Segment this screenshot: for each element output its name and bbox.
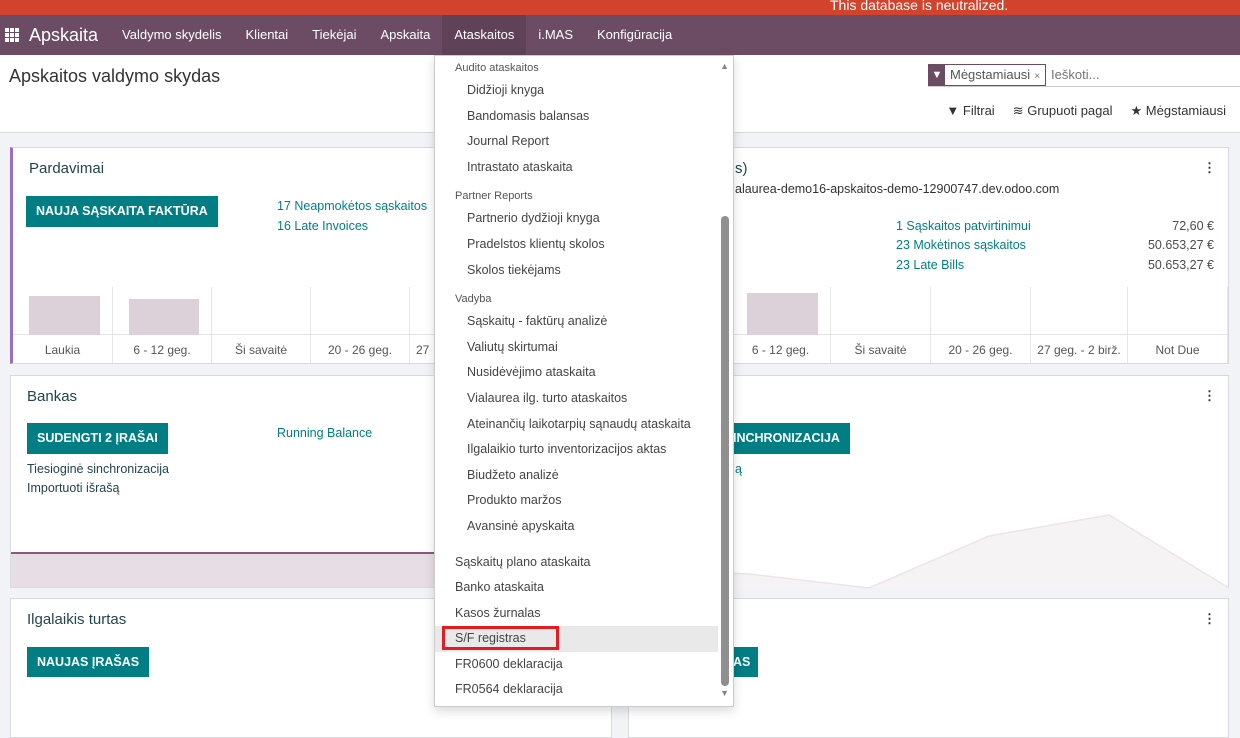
star-icon: ★ [1130, 103, 1143, 118]
bar-col: Ši savaitė [212, 287, 311, 363]
menu-item[interactable]: Skolos tiekėjams [435, 258, 718, 284]
bills-to-validate-link[interactable]: 1 Sąskaitos patvirtinimui [896, 219, 1031, 233]
bar-col: Not Due [1128, 287, 1228, 363]
search-input[interactable] [1051, 67, 1232, 82]
new-entry-button[interactable]: NAUJAS ĮRAŠAS [27, 647, 150, 677]
nav-konfiguracija[interactable]: Konfigūracija [585, 15, 684, 55]
page-title: Apskaitos valdymo skydas [9, 66, 221, 86]
layers-icon: ≋ [1012, 103, 1024, 118]
bar [129, 299, 199, 335]
stat-value: 72,60 € [1172, 219, 1214, 233]
menu-item[interactable]: FR0600 deklaracija [435, 652, 718, 678]
bar-col: 27 geg. - 2 birž. [1031, 287, 1128, 363]
menu-item[interactable]: Avansinė apyskaita [435, 514, 718, 540]
filters-button[interactable]: ▼ Filtrai [946, 103, 994, 119]
filter-icon: ▼ [929, 64, 945, 85]
new-invoice-button[interactable]: NAUJA SĄSKAITA FAKTŪRA [26, 196, 218, 227]
filter-icon: ▼ [946, 103, 960, 118]
bar [747, 293, 818, 335]
late-invoices-link[interactable]: 16 Late Invoices [277, 219, 368, 233]
card-title[interactable]: s) [735, 160, 748, 177]
nav-apskaita[interactable]: Apskaita [368, 15, 442, 55]
bar [29, 296, 100, 335]
bar-col: Laukia [13, 287, 113, 363]
menu-item[interactable]: Biudžeto analizė [435, 463, 718, 489]
menu-item-sf-registras[interactable]: S/F registras [435, 626, 718, 652]
bar-col: Ši savaitė [831, 287, 931, 363]
highlighted-label: S/F registras [442, 626, 559, 651]
menu-section-header: Audito ataskaitos [455, 62, 539, 74]
stat-value: 50.653,27 € [1147, 258, 1214, 272]
menu-item[interactable]: Sąskaitų plano ataskaita [435, 550, 718, 576]
late-bills-link[interactable]: 23 Late Bills [896, 258, 964, 272]
menu-item[interactable]: Journal Report [435, 129, 718, 155]
bar-col: 6 - 12 geg. [113, 287, 212, 363]
bar-col: 20 - 26 geg. [311, 287, 410, 363]
nav-imas[interactable]: i.MAS [526, 15, 585, 55]
kebab-menu-icon[interactable]: ⋮ [1203, 611, 1216, 627]
search-facet: ▼ Mėgstamiausi × [928, 63, 1047, 86]
reports-dropdown-menu: Audito ataskaitos Didžioji knyga Bandoma… [434, 55, 734, 707]
nav-klientai[interactable]: Klientai [234, 15, 301, 55]
menu-scrollbar[interactable] [721, 216, 729, 686]
favorites-button[interactable]: ★ Mėgstamiausi [1131, 103, 1226, 119]
menu-item[interactable]: Didžioji knyga [435, 78, 718, 104]
remove-facet-icon[interactable]: × [1034, 71, 1040, 82]
card-title[interactable]: Ilgalaikis turtas [27, 611, 126, 628]
menu-item[interactable]: Bandomasis balansas [435, 104, 718, 130]
menu-item[interactable]: Banko ataskaita [435, 575, 718, 601]
stat-value: 50.653,27 € [1147, 238, 1214, 252]
top-navbar: Apskaita Valdymo skydelis Klientai Tiekė… [0, 15, 1240, 55]
neutralized-banner: This database is neutralized. [0, 0, 1240, 15]
menu-item[interactable]: Kasos žurnalas [435, 601, 718, 627]
import-statement-link[interactable]: Importuoti išrašą [27, 481, 119, 495]
menu-item[interactable]: FR0564 deklaracija [435, 677, 718, 703]
card-title[interactable]: Bankas [27, 388, 77, 405]
menu-item[interactable]: Ateinančių laikotarpių sąnaudų ataskaita [435, 412, 718, 438]
bar-col: 6 - 12 geg. [731, 287, 831, 363]
menu-item[interactable]: Valiutų skirtumai [435, 335, 718, 361]
scroll-up-arrow-icon[interactable]: ▲ [720, 61, 729, 71]
menu-item[interactable]: Produkto maržos [435, 488, 718, 514]
bar-col: 20 - 26 geg. [931, 287, 1031, 363]
facet-label: Mėgstamiausi [950, 66, 1031, 82]
menu-item[interactable]: Ilgalaikio turto inventorizacijos aktas [435, 437, 718, 463]
menu-item[interactable]: Partnerio dydžioji knyga [435, 206, 718, 232]
apps-grid-icon[interactable] [5, 28, 19, 42]
bills-to-pay-link[interactable]: 23 Mokėtinos sąskaitos [896, 238, 1026, 252]
menu-item[interactable]: Vialaurea ilg. turto ataskaitos [435, 386, 718, 412]
menu-item[interactable]: Pradelstos klientų skolos [435, 232, 718, 258]
reconcile-button[interactable]: SUDENGTI 2 ĮRAŠAI [27, 423, 168, 454]
card-title[interactable]: Pardavimai [29, 160, 104, 177]
menu-item[interactable]: Nusidėvėjimo ataskaita [435, 360, 718, 386]
nav-valdymo-skydelis[interactable]: Valdymo skydelis [110, 15, 233, 55]
menu-section-header: Partner Reports [455, 190, 533, 203]
search-bar: ▼ Mėgstamiausi × [928, 63, 1240, 87]
nav-tiekejai[interactable]: Tiekėjai [300, 15, 368, 55]
menu-item[interactable]: Sąskaitų - faktūrų analizė [435, 309, 718, 335]
nav-ataskaitos[interactable]: Ataskaitos [442, 15, 527, 55]
kebab-menu-icon[interactable]: ⋮ [1203, 160, 1216, 176]
app-brand[interactable]: Apskaita [29, 25, 98, 46]
scroll-down-arrow-icon[interactable]: ▼ [720, 688, 729, 698]
email-alias: alaurea-demo16-apskaitos-demo-12900747.d… [735, 182, 1060, 196]
menu-section-header: Vadyba [455, 293, 492, 306]
unpaid-invoices-link[interactable]: 17 Neapmokėtos sąskaitos [277, 199, 427, 213]
running-balance-label: Running Balance [277, 426, 373, 440]
menu-item[interactable]: Intrastato ataskaita [435, 155, 718, 181]
online-sync-link[interactable]: Tiesioginė sinchronizacija [27, 462, 169, 476]
group-by-button[interactable]: ≋ Grupuoti pagal [1013, 103, 1113, 119]
